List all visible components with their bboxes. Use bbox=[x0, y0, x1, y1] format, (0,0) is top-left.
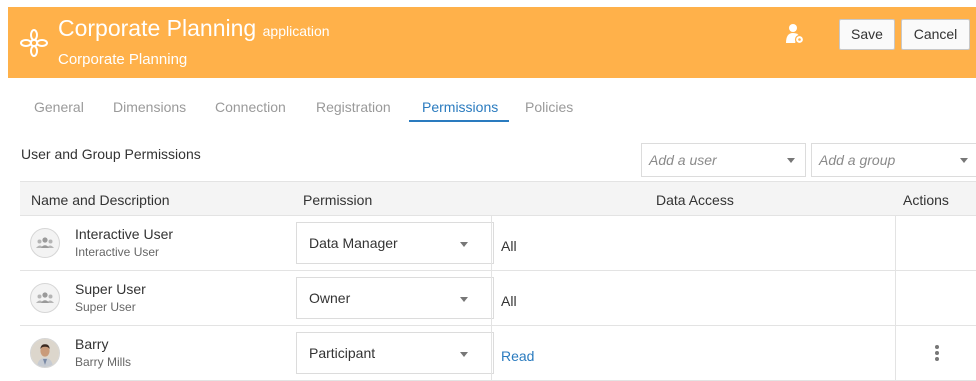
app-subtitle: Corporate Planning bbox=[58, 51, 188, 68]
table-header: Name and Description Permission Data Acc… bbox=[20, 181, 976, 216]
save-button[interactable]: Save bbox=[839, 19, 895, 50]
user-description: Super User bbox=[75, 300, 136, 314]
application-icon bbox=[20, 29, 48, 57]
cancel-button[interactable]: Cancel bbox=[901, 19, 970, 50]
app-header: Corporate Planning application Corporate… bbox=[8, 7, 976, 78]
add-user-dropdown[interactable]: Add a user bbox=[641, 143, 806, 177]
tab-general[interactable]: General bbox=[34, 99, 84, 115]
column-header-data-access: Data Access bbox=[656, 192, 734, 208]
group-avatar-icon bbox=[30, 283, 60, 313]
data-access-value: All bbox=[501, 238, 517, 254]
tab-registration[interactable]: Registration bbox=[316, 99, 391, 115]
user-name: Super User bbox=[75, 281, 146, 297]
permission-value: Owner bbox=[309, 290, 351, 306]
active-tab-indicator bbox=[409, 120, 509, 122]
add-group-dropdown[interactable]: Add a group bbox=[811, 143, 976, 177]
user-description: Interactive User bbox=[75, 245, 160, 259]
data-access-value: All bbox=[501, 293, 517, 309]
section-title: User and Group Permissions bbox=[21, 146, 201, 162]
column-divider bbox=[895, 216, 896, 381]
user-admin-icon[interactable] bbox=[786, 23, 804, 45]
add-group-placeholder: Add a group bbox=[819, 152, 896, 168]
permission-select[interactable]: Participant bbox=[296, 332, 494, 374]
user-description: Barry Mills bbox=[75, 355, 131, 369]
column-divider bbox=[491, 216, 492, 381]
chevron-down-icon bbox=[460, 352, 468, 357]
chevron-down-icon bbox=[960, 158, 968, 163]
permission-select[interactable]: Owner bbox=[296, 277, 494, 319]
data-access-link[interactable]: Read bbox=[501, 348, 534, 364]
group-avatar-icon bbox=[30, 228, 60, 258]
table-row: Interactive User Interactive User Data M… bbox=[20, 216, 976, 271]
permission-value: Participant bbox=[309, 345, 376, 361]
tab-permissions[interactable]: Permissions bbox=[422, 99, 498, 115]
app-title-line: Corporate Planning application bbox=[58, 15, 330, 42]
user-photo bbox=[30, 338, 60, 368]
chevron-down-icon bbox=[460, 242, 468, 247]
chevron-down-icon bbox=[787, 158, 795, 163]
permission-select[interactable]: Data Manager bbox=[296, 222, 494, 264]
tab-dimensions[interactable]: Dimensions bbox=[113, 99, 186, 115]
user-name: Barry bbox=[75, 336, 109, 352]
table-row: Barry Barry Mills Participant Read bbox=[20, 326, 976, 381]
table-row: Super User Super User Owner All bbox=[20, 271, 976, 326]
add-user-placeholder: Add a user bbox=[649, 152, 717, 168]
tab-connection[interactable]: Connection bbox=[215, 99, 286, 115]
user-name: Interactive User bbox=[75, 226, 174, 242]
more-actions-icon[interactable] bbox=[933, 345, 941, 363]
column-header-name: Name and Description bbox=[31, 192, 170, 208]
column-header-actions: Actions bbox=[903, 192, 949, 208]
app-title-suffix: application bbox=[262, 23, 330, 39]
tab-policies[interactable]: Policies bbox=[525, 99, 573, 115]
permission-value: Data Manager bbox=[309, 235, 398, 251]
app-title: Corporate Planning bbox=[58, 15, 257, 41]
column-header-permission: Permission bbox=[303, 192, 373, 208]
chevron-down-icon bbox=[460, 297, 468, 302]
